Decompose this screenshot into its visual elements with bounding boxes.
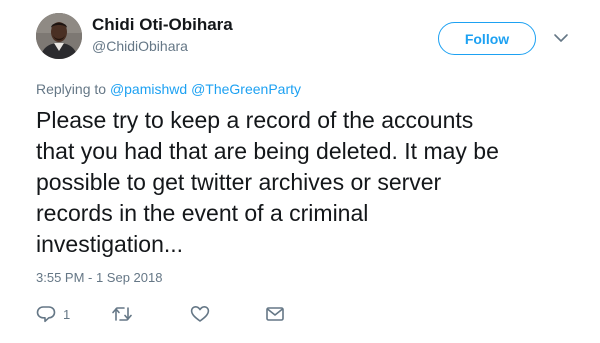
tweet-timestamp[interactable]: 3:55 PM - 1 Sep 2018 xyxy=(36,270,162,285)
replying-to-label: Replying to xyxy=(36,81,107,97)
tweet-text-line: investigation... xyxy=(36,231,184,257)
reply-count: 1 xyxy=(63,306,71,322)
heart-outline-icon xyxy=(190,305,210,323)
speech-bubble-icon xyxy=(36,305,56,323)
chevron-down-icon[interactable] xyxy=(553,31,569,43)
mention-link[interactable]: @pamishwd xyxy=(110,81,187,97)
direct-message-button[interactable] xyxy=(265,303,285,325)
replying-to-line: Replying to @pamishwd @TheGreenParty xyxy=(36,81,301,97)
reply-button[interactable]: 1 xyxy=(36,303,70,325)
author-handle[interactable]: @ChidiObihara xyxy=(92,38,188,54)
avatar-photo xyxy=(36,13,82,59)
envelope-icon xyxy=(265,305,285,323)
retweet-arrows-icon xyxy=(111,305,133,323)
author-display-name[interactable]: Chidi Oti-Obihara xyxy=(92,15,233,35)
retweet-button[interactable] xyxy=(111,303,133,325)
like-button[interactable] xyxy=(190,303,210,325)
tweet-text-line: Please try to keep a record of the accou… xyxy=(36,107,474,133)
tweet-text-line: possible to get twitter archives or serv… xyxy=(36,169,442,195)
avatar[interactable] xyxy=(36,13,82,59)
tweet-text-line: that you had that are being deleted. It … xyxy=(36,138,499,164)
mention-link[interactable]: @TheGreenParty xyxy=(191,81,301,97)
tweet-card: Chidi Oti-Obihara @ChidiObihara Follow R… xyxy=(0,0,600,343)
tweet-text: Please try to keep a record of the accou… xyxy=(36,105,592,260)
tweet-text-line: records in the event of a criminal xyxy=(36,200,369,226)
follow-button[interactable]: Follow xyxy=(438,22,536,55)
